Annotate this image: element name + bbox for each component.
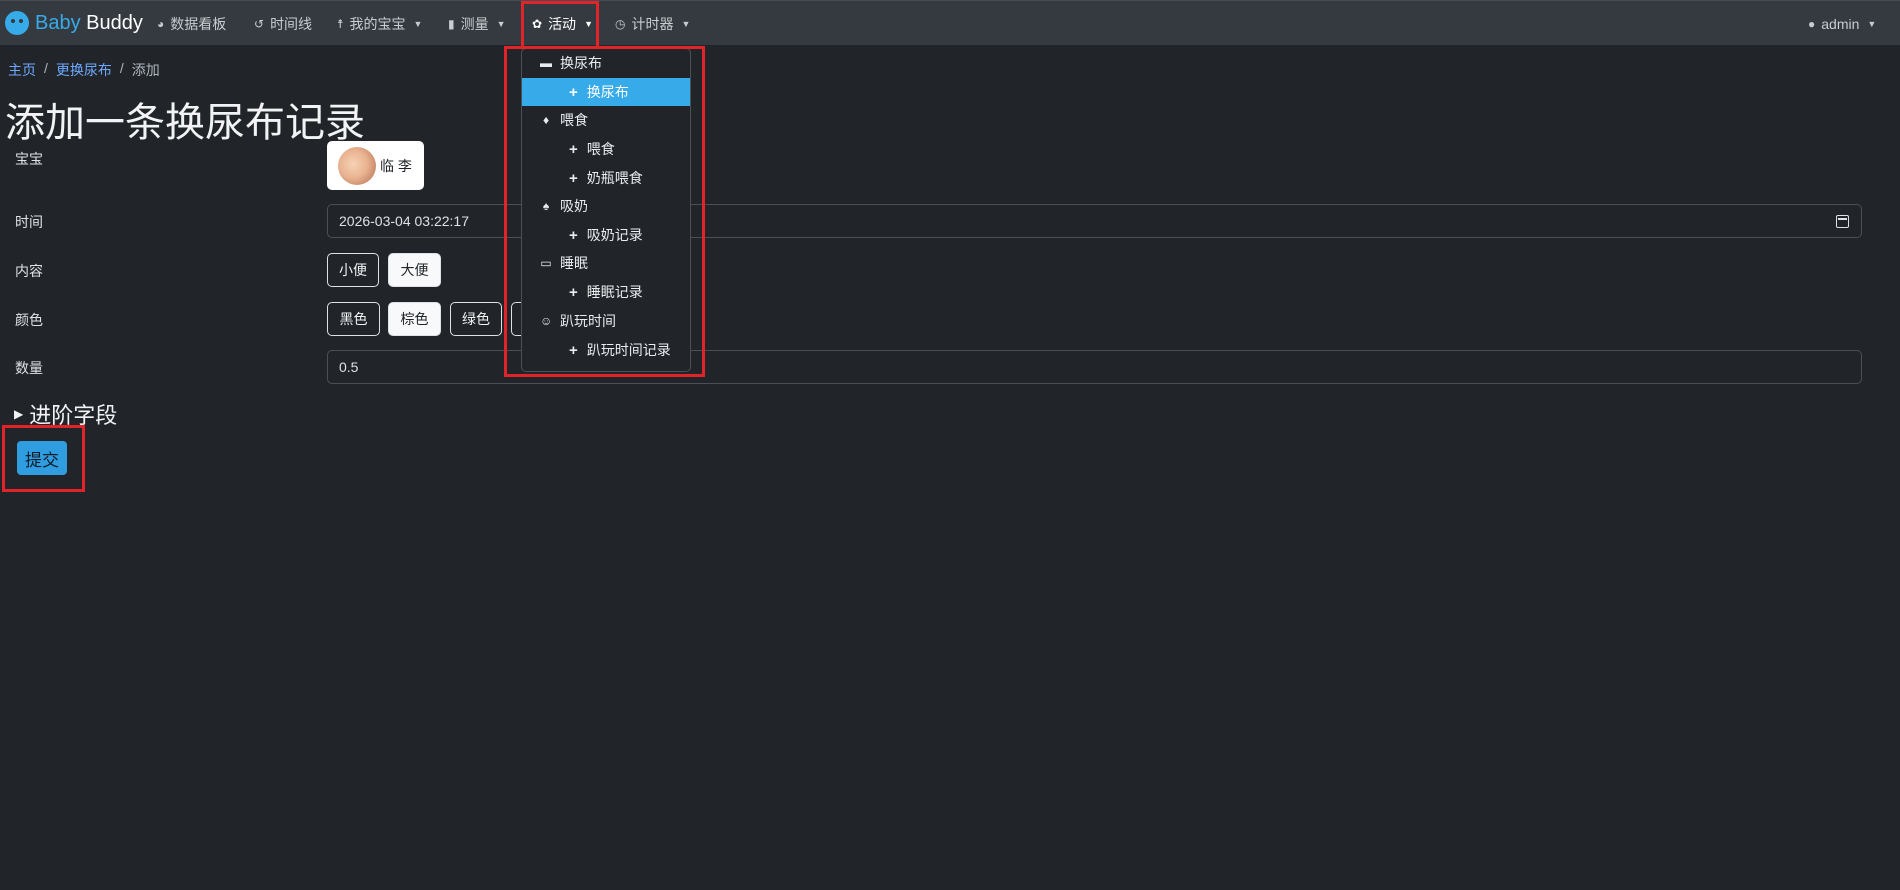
contents-label: 内容 [15, 263, 43, 279]
submit-button[interactable]: 提交 [17, 441, 67, 475]
page-title: 添加一条换尿布记录 [5, 101, 365, 145]
dashboard-icon: ◕ [157, 16, 165, 31]
dropdown-category-diaper: ▬ 换尿布 [522, 49, 690, 77]
dropdown-item-label: 睡眠记录 [586, 284, 643, 300]
contents-option-wet[interactable]: 小便 [327, 253, 379, 287]
advanced-fields-toggle[interactable]: ▶ 进阶字段 [14, 398, 117, 430]
nav-timers[interactable]: ◷ 计时器 ▼ [615, 1, 690, 46]
breadcrumb-home[interactable]: 主页 [8, 60, 36, 80]
brand-name-part2: Buddy [86, 11, 143, 34]
brand-link[interactable]: Baby Buddy [5, 10, 143, 36]
dropdown-category-label: 睡眠 [560, 255, 588, 271]
dropdown-item-add-sleep[interactable]: + 睡眠记录 [522, 278, 690, 306]
spoon-icon: ♦ [542, 113, 550, 127]
nav-timers-label: 计时器 [631, 15, 674, 32]
nav-user-label: admin [1821, 15, 1860, 32]
advanced-fields-label: 进阶字段 [29, 403, 118, 428]
plus-icon: + [569, 283, 578, 301]
color-label: 颜色 [15, 312, 43, 328]
dropdown-category-label: 喂食 [560, 112, 588, 128]
nav-timeline-label: 时间线 [270, 15, 313, 32]
nav-activities[interactable]: ✿ 活动 ▼ [532, 1, 593, 46]
nav-timeline[interactable]: ↺ 时间线 [254, 1, 312, 46]
nav-activities-label: 活动 [548, 15, 577, 32]
dropdown-category-pumping: ♠ 吸奶 [522, 192, 690, 220]
bed-icon: ▭ [540, 256, 552, 270]
color-option-green[interactable]: 绿色 [450, 302, 502, 336]
child-name: 临 李 [380, 157, 412, 174]
dropdown-category-sleep: ▭ 睡眠 [522, 249, 690, 277]
nav-dashboard-label: 数据看板 [170, 15, 227, 32]
dropdown-item-add-bottle-feeding[interactable]: + 奶瓶喂食 [522, 164, 690, 192]
timer-icon: ◷ [615, 16, 626, 31]
brand-name-part1: Baby [35, 11, 81, 34]
calendar-icon[interactable] [1836, 215, 1849, 228]
dropdown-item-label: 吸奶记录 [586, 227, 643, 243]
plus-icon: + [569, 226, 578, 244]
nav-dashboard[interactable]: ◕ 数据看板 [157, 1, 226, 46]
child-select-button[interactable]: 临 李 [327, 141, 424, 190]
plus-icon: + [569, 341, 578, 359]
dropdown-item-add-tummy-time[interactable]: + 趴玩时间记录 [522, 336, 690, 364]
child-icon: ☨ [337, 16, 344, 31]
top-navbar: Baby Buddy ◕ 数据看板 ↺ 时间线 ☨ 我的宝宝 ▼ ▮ 测量 ▼ … [0, 0, 1900, 45]
chevron-down-icon: ▼ [1867, 18, 1877, 29]
amount-label: 数量 [15, 360, 43, 376]
time-label: 时间 [15, 214, 43, 230]
breadcrumb-changes[interactable]: 更换尿布 [56, 60, 112, 80]
dropdown-category-label: 趴玩时间 [560, 313, 616, 329]
child-label: 宝宝 [15, 151, 43, 167]
smile-icon: ☺ [540, 314, 553, 328]
nav-user-menu[interactable]: ● admin ▼ [1808, 1, 1876, 46]
trash-icon: ▬ [540, 56, 552, 70]
dropdown-category-feeding: ♦ 喂食 [522, 106, 690, 134]
chevron-down-icon: ▼ [584, 18, 593, 29]
clipboard-icon: ▮ [448, 16, 455, 31]
contents-option-solid[interactable]: 大便 [388, 253, 441, 287]
dropdown-category-label: 换尿布 [560, 55, 602, 71]
dropdown-category-tummy-time: ☺ 趴玩时间 [522, 307, 690, 335]
breadcrumb: 主页 / 更换尿布 / 添加 [8, 60, 160, 80]
dropdown-item-add-diaper[interactable]: + 换尿布 [522, 78, 690, 106]
nav-measurements[interactable]: ▮ 测量 ▼ [448, 1, 506, 46]
plus-icon: + [569, 169, 578, 187]
chevron-down-icon: ▼ [496, 18, 506, 29]
avatar [338, 146, 376, 185]
nav-children-label: 我的宝宝 [349, 15, 406, 32]
amount-value: 0.5 [339, 359, 359, 375]
dropdown-item-add-pumping[interactable]: + 吸奶记录 [522, 221, 690, 249]
caret-right-icon: ▶ [14, 407, 24, 421]
plus-icon: + [569, 83, 578, 101]
dropdown-category-label: 吸奶 [560, 198, 588, 214]
color-option-black[interactable]: 黑色 [327, 302, 380, 336]
drop-icon: ♠ [542, 199, 550, 213]
dropdown-item-label: 趴玩时间记录 [586, 342, 671, 358]
baby-logo-icon [5, 11, 29, 35]
nav-measurements-label: 测量 [460, 15, 489, 32]
chevron-down-icon: ▼ [681, 18, 691, 29]
dropdown-item-label: 喂食 [586, 141, 615, 157]
nav-children[interactable]: ☨ 我的宝宝 ▼ [337, 1, 422, 46]
plus-icon: + [569, 140, 578, 158]
dropdown-item-label: 奶瓶喂食 [586, 170, 643, 186]
activities-dropdown-menu: ▬ 换尿布 + 换尿布 ♦ 喂食 + 喂食 + 奶瓶喂食 ♠ 吸奶 + 吸奶记录… [521, 48, 691, 372]
dropdown-item-add-feeding[interactable]: + 喂食 [522, 135, 690, 163]
user-icon: ● [1808, 16, 1816, 31]
activities-icon: ✿ [532, 16, 543, 31]
color-option-brown[interactable]: 棕色 [388, 302, 441, 336]
dropdown-item-label: 换尿布 [586, 84, 629, 100]
time-value: 2026-03-04 03:22:17 [339, 213, 469, 229]
breadcrumb-current: 添加 [131, 62, 160, 78]
history-icon: ↺ [254, 16, 265, 31]
breadcrumb-separator: / [44, 60, 48, 76]
chevron-down-icon: ▼ [413, 18, 423, 29]
brand-name: Baby Buddy [35, 12, 143, 35]
breadcrumb-separator: / [119, 60, 124, 76]
